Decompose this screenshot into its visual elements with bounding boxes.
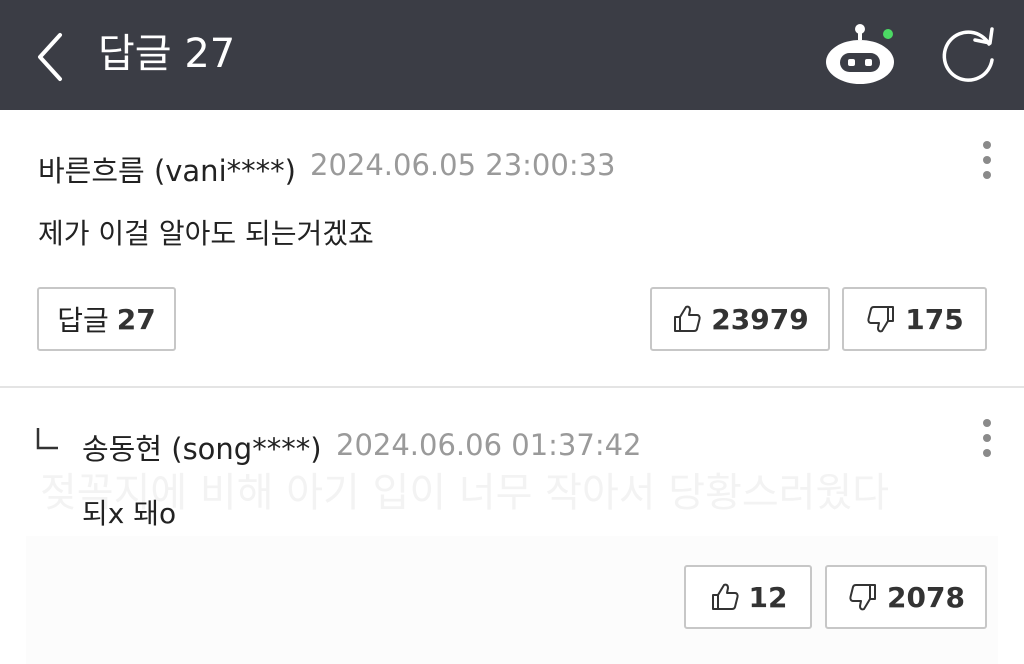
comment-author[interactable]: 바른흐름 (vani****) <box>38 148 296 190</box>
refresh-button[interactable] <box>935 24 1001 90</box>
thumbs-up-icon <box>711 583 739 610</box>
dislike-button[interactable]: 175 <box>842 287 987 351</box>
like-button[interactable]: 23979 <box>650 287 830 351</box>
comment-timestamp: 2024.06.05 23:00:33 <box>310 148 616 182</box>
bot-button[interactable] <box>820 22 900 88</box>
reply-button[interactable]: 답글 27 <box>37 287 176 351</box>
bot-icon <box>826 24 894 84</box>
page-title: 답글 27 <box>98 31 236 77</box>
more-vertical-icon <box>983 141 991 179</box>
reply-label: 답글 <box>57 304 109 337</box>
dislike-button[interactable]: 2078 <box>825 565 987 629</box>
reply-marker-icon <box>36 428 58 450</box>
comment-item: 바른흐름 (vani****) 2024.06.05 23:00:33 제가 이… <box>0 110 1024 386</box>
reply-timestamp: 2024.06.06 01:37:42 <box>336 428 642 462</box>
reply-text: 되x 돼o <box>82 497 177 530</box>
more-vertical-icon <box>983 419 991 457</box>
chevron-left-icon <box>38 33 62 81</box>
reply-count: 27 <box>116 302 156 336</box>
like-count: 12 <box>748 580 788 614</box>
reply-item: 송동현 (song****) 2024.06.06 01:37:42 되x 돼o… <box>0 388 1024 664</box>
refresh-icon <box>942 27 994 82</box>
like-button[interactable]: 12 <box>684 565 812 629</box>
back-button[interactable] <box>22 25 82 85</box>
dislike-count: 2078 <box>887 580 965 614</box>
comment-text: 제가 이걸 알아도 되는거겠죠 <box>38 217 374 250</box>
like-count: 23979 <box>711 302 809 336</box>
thumbs-up-icon <box>674 305 701 332</box>
thumbs-down-icon <box>867 306 895 333</box>
reply-author[interactable]: 송동현 (song****) <box>82 426 322 468</box>
dislike-count: 175 <box>905 302 964 336</box>
more-options-button[interactable] <box>972 414 1002 464</box>
thumbs-down-icon <box>849 584 877 611</box>
top-bar: 답글 27 <box>0 0 1024 110</box>
more-options-button[interactable] <box>972 136 1002 186</box>
